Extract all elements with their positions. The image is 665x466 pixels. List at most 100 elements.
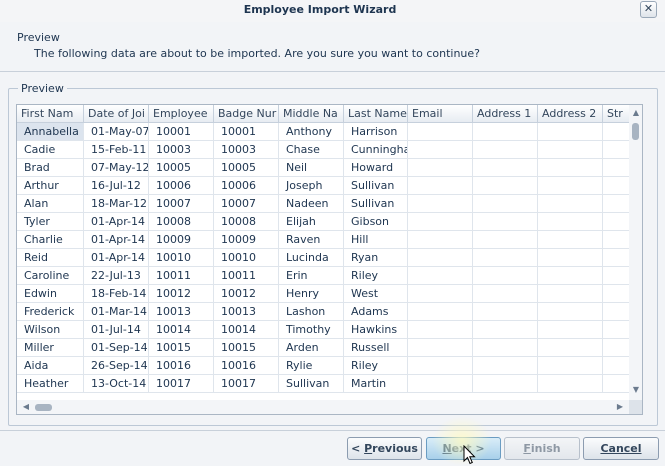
table-cell[interactable]	[473, 357, 538, 375]
table-cell[interactable]: West	[344, 285, 408, 303]
table-cell[interactable]: Ryan	[344, 249, 408, 267]
table-cell[interactable]	[603, 249, 629, 267]
table-row[interactable]: Heather 13-Oct-14 10017 10017 Sullivan Martin	[17, 375, 629, 393]
table-cell[interactable]	[603, 375, 629, 393]
table-cell[interactable]: Erin	[279, 267, 344, 285]
table-cell[interactable]: 10014	[214, 321, 279, 339]
table-cell[interactable]: Aida	[17, 357, 84, 375]
vertical-scrollbar[interactable]: ▲ ▼	[629, 105, 642, 400]
table-cell[interactable]	[473, 159, 538, 177]
finish-button[interactable]: Finish	[504, 437, 580, 460]
table-cell[interactable]	[473, 213, 538, 231]
table-cell[interactable]	[603, 141, 629, 159]
table-cell[interactable]	[408, 321, 473, 339]
table-cell[interactable]: Raven	[279, 231, 344, 249]
table-cell[interactable]: 10007	[149, 195, 214, 213]
table-row[interactable]: Caroline 22-Jul-13 10011 10011 Erin Riley	[17, 267, 629, 285]
table-cell[interactable]	[473, 141, 538, 159]
table-row[interactable]: Tyler 01-Apr-14 10008 10008 Elijah Gibson	[17, 213, 629, 231]
table-cell[interactable]	[408, 231, 473, 249]
chevron-left-icon[interactable]: ◀	[20, 401, 32, 413]
table-cell[interactable]: Charlie	[17, 231, 84, 249]
table-cell[interactable]	[603, 159, 629, 177]
table-cell[interactable]: 10009	[214, 231, 279, 249]
table-row[interactable]: Brad 07-May-12 10005 10005 Neil Howard	[17, 159, 629, 177]
column-header[interactable]: Last Name	[344, 105, 408, 123]
table-cell[interactable]	[538, 339, 603, 357]
table-row[interactable]: Arthur 16-Jul-12 10006 10006 Joseph Sullivan	[17, 177, 629, 195]
table-cell[interactable]: Martin	[344, 375, 408, 393]
table-cell[interactable]: Elijah	[279, 213, 344, 231]
table-cell[interactable]: 10008	[149, 213, 214, 231]
table-cell[interactable]: Adams	[344, 303, 408, 321]
table-cell[interactable]: 10009	[149, 231, 214, 249]
table-cell[interactable]	[473, 339, 538, 357]
table-cell[interactable]: 10006	[149, 177, 214, 195]
table-cell[interactable]: Miller	[17, 339, 84, 357]
column-header[interactable]: Date of Joi	[84, 105, 149, 123]
table-cell[interactable]: Sullivan	[344, 177, 408, 195]
table-cell[interactable]	[408, 267, 473, 285]
table-cell[interactable]: Wilson	[17, 321, 84, 339]
table-cell[interactable]	[538, 285, 603, 303]
table-cell[interactable]: 10003	[214, 141, 279, 159]
table-cell[interactable]: 16-Jul-12	[84, 177, 149, 195]
table-cell[interactable]: 10006	[214, 177, 279, 195]
table-cell[interactable]: Timothy	[279, 321, 344, 339]
table-cell[interactable]: Brad	[17, 159, 84, 177]
table-cell[interactable]: Lucinda	[279, 249, 344, 267]
table-row[interactable]: Wilson 01-Jul-14 10014 10014 Timothy Hawkins	[17, 321, 629, 339]
table-cell[interactable]	[408, 177, 473, 195]
table-cell[interactable]: Rylie	[279, 357, 344, 375]
table-cell[interactable]	[538, 141, 603, 159]
table-row[interactable]: Edwin 18-Feb-14 10012 10012 Henry West	[17, 285, 629, 303]
table-cell[interactable]: 10010	[149, 249, 214, 267]
table-cell[interactable]: 10014	[149, 321, 214, 339]
table-cell[interactable]: Arthur	[17, 177, 84, 195]
table-cell[interactable]	[408, 249, 473, 267]
column-header[interactable]: Badge Nur	[214, 105, 279, 123]
table-cell[interactable]: Gibson	[344, 213, 408, 231]
table-cell[interactable]: 10016	[149, 357, 214, 375]
table-cell[interactable]: Sullivan	[279, 375, 344, 393]
table-cell[interactable]: Caroline	[17, 267, 84, 285]
table-cell[interactable]	[538, 177, 603, 195]
table-row[interactable]: Charlie 01-Apr-14 10009 10009 Raven Hill	[17, 231, 629, 249]
table-cell[interactable]: 10011	[149, 267, 214, 285]
table-cell[interactable]	[603, 231, 629, 249]
table-cell[interactable]	[603, 267, 629, 285]
table-cell[interactable]	[538, 375, 603, 393]
table-cell[interactable]	[408, 141, 473, 159]
table-cell[interactable]	[603, 303, 629, 321]
table-cell[interactable]: Cunningha	[344, 141, 408, 159]
table-row[interactable]: Frederick 01-Mar-14 10013 10013 Lashon Adams	[17, 303, 629, 321]
table-cell[interactable]: 10001	[149, 123, 214, 141]
column-header[interactable]: Str	[603, 105, 629, 123]
table-cell[interactable]: 26-Sep-14	[84, 357, 149, 375]
table-cell[interactable]: 18-Feb-14	[84, 285, 149, 303]
table-cell[interactable]: 10005	[214, 159, 279, 177]
table-cell[interactable]	[603, 213, 629, 231]
horizontal-scrollbar[interactable]: ◀ ▶	[17, 400, 629, 414]
table-cell[interactable]: Nadeen	[279, 195, 344, 213]
table-cell[interactable]	[473, 375, 538, 393]
table-cell[interactable]	[603, 123, 629, 141]
table-cell[interactable]: Harrison	[344, 123, 408, 141]
table-cell[interactable]	[603, 339, 629, 357]
table-cell[interactable]	[538, 213, 603, 231]
table-cell[interactable]: 10013	[214, 303, 279, 321]
chevron-up-icon[interactable]: ▲	[629, 107, 642, 119]
table-cell[interactable]: Reid	[17, 249, 84, 267]
table-cell[interactable]: Alan	[17, 195, 84, 213]
table-cell[interactable]	[603, 177, 629, 195]
table-cell[interactable]	[538, 123, 603, 141]
table-cell[interactable]: Sullivan	[344, 195, 408, 213]
table-cell[interactable]	[473, 195, 538, 213]
table-cell[interactable]: Joseph	[279, 177, 344, 195]
column-header[interactable]: Employee	[149, 105, 214, 123]
table-cell[interactable]	[603, 195, 629, 213]
horizontal-scroll-thumb[interactable]	[35, 404, 52, 411]
table-cell[interactable]: Neil	[279, 159, 344, 177]
table-cell[interactable]: Tyler	[17, 213, 84, 231]
table-cell[interactable]	[473, 177, 538, 195]
